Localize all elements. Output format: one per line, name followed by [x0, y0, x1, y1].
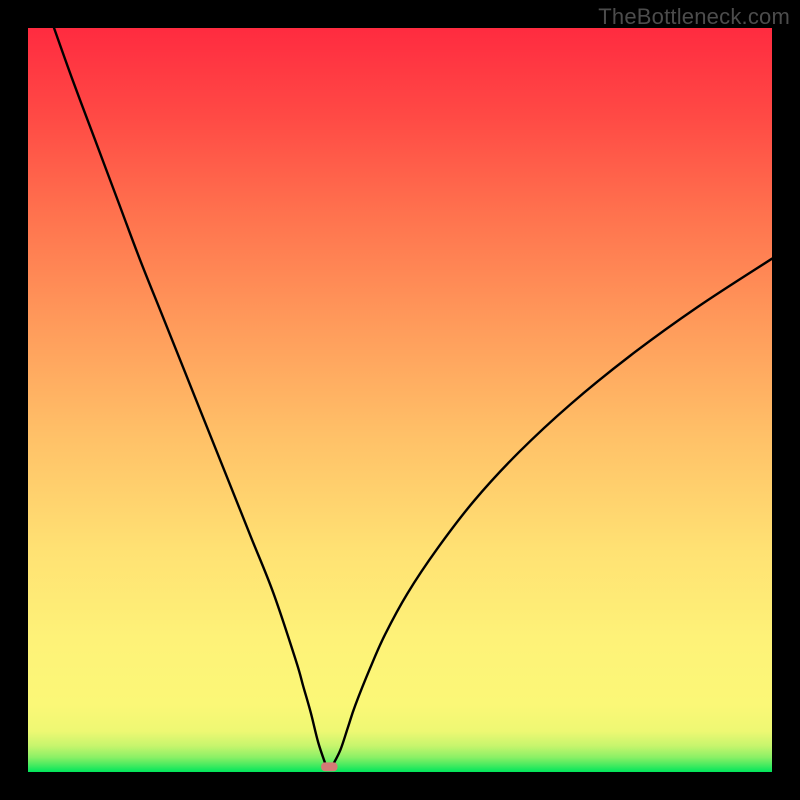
- chart-frame: TheBottleneck.com: [0, 0, 800, 800]
- chart-svg: [28, 28, 772, 772]
- gradient-background: [28, 28, 772, 772]
- optimum-marker: [321, 762, 337, 771]
- watermark-text: TheBottleneck.com: [598, 4, 790, 30]
- plot-area: [28, 28, 772, 772]
